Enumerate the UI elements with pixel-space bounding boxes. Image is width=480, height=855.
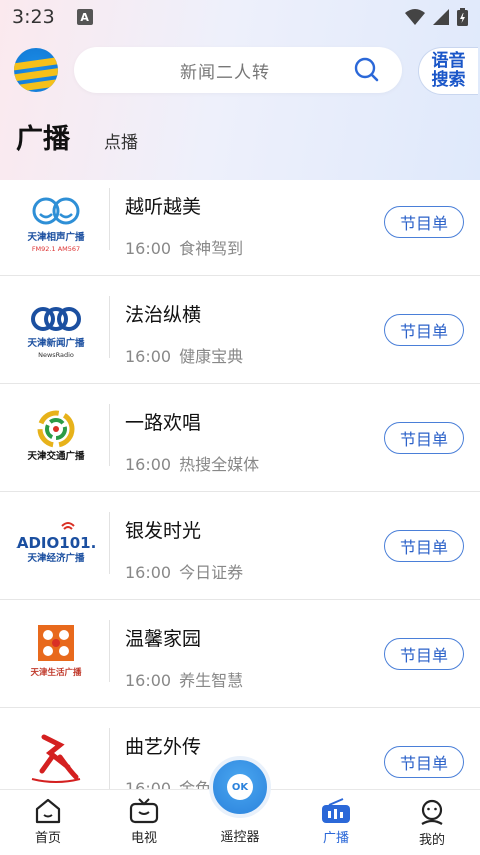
station-logo-text: 天津新闻广播 <box>27 337 85 349</box>
remote-ok-icon: OK <box>227 774 253 800</box>
search-icon[interactable] <box>354 57 380 83</box>
program-list-button[interactable]: 节目单 <box>384 422 464 454</box>
remote-control-button[interactable]: OK <box>209 756 271 818</box>
radio-icon <box>322 798 350 823</box>
program-list-button[interactable]: 节目单 <box>384 206 464 238</box>
station-logo-text: 天津交通广播 <box>27 450 85 462</box>
signal-icon <box>433 9 449 25</box>
home-icon <box>35 798 61 824</box>
program-name: 健康宝典 <box>179 347 244 366</box>
program-name: 养生智慧 <box>179 671 244 690</box>
tv-icon <box>129 798 159 824</box>
station-row[interactable]: RADIO101.4 天津经济广播 银发时光 16:00 今日证券 节目单 <box>0 492 480 600</box>
station-logo: 天津新闻广播 NewsRadio <box>16 291 96 369</box>
status-bar: 3:23 A <box>0 0 480 34</box>
station-now-playing: 16:00 养生智慧 <box>125 667 243 691</box>
station-logo-subtext: NewsRadio <box>38 351 74 359</box>
nav-tv-label: 电视 <box>130 831 157 846</box>
program-time: 16:00 <box>125 671 172 690</box>
station-now-playing: 16:00 今日证券 <box>125 559 243 583</box>
program-time: 16:00 <box>125 455 172 474</box>
app-header: 新闻二人转 语音 搜索 <box>0 44 480 96</box>
program-time: 16:00 <box>125 563 172 582</box>
station-logo-text: 天津相声广播 <box>27 231 85 243</box>
nav-tv[interactable]: 电视 <box>96 790 192 855</box>
voice-search-label-1: 语音 <box>431 51 466 71</box>
station-name: 温馨家园 <box>125 628 202 650</box>
station-logo: 天津相声广播 FM92.1 AM567 <box>16 183 96 261</box>
wifi-icon <box>405 9 425 25</box>
station-now-playing: 16:00 食神驾到 <box>125 235 243 259</box>
station-name: 曲艺外传 <box>125 736 202 758</box>
profile-icon <box>421 799 443 825</box>
station-now-playing: 16:00 健康宝典 <box>125 343 243 367</box>
program-list-button[interactable]: 节目单 <box>384 314 464 346</box>
voice-search-button[interactable]: 语音 搜索 <box>418 47 478 95</box>
program-list-button[interactable]: 节目单 <box>384 638 464 670</box>
nav-mine-label: 我的 <box>418 833 445 848</box>
voice-search-label-2: 搜索 <box>431 70 466 90</box>
category-tabs: 广播 点播 <box>16 117 138 156</box>
station-row[interactable]: 天津相声广播 FM92.1 AM567 越听越美 16:00 食神驾到 节目单 <box>0 168 480 276</box>
program-name: 食神驾到 <box>179 239 244 258</box>
nav-remote-label: 遥控器 <box>220 830 260 845</box>
program-name: 热搜全媒体 <box>179 455 260 474</box>
tab-on-demand[interactable]: 点播 <box>104 128 138 153</box>
station-name: 法治纵横 <box>125 304 202 326</box>
station-row[interactable]: 天津新闻广播 NewsRadio 法治纵横 16:00 健康宝典 节目单 <box>0 276 480 384</box>
station-logo-subtext: RADIO101.4 <box>16 534 96 552</box>
nav-home[interactable]: 首页 <box>0 790 96 855</box>
station-name: 银发时光 <box>125 520 202 542</box>
station-row[interactable]: 天津交通广播 一路欢唱 16:00 热搜全媒体 节目单 <box>0 384 480 492</box>
station-row[interactable]: 天津生活广播 温馨家园 16:00 养生智慧 节目单 <box>0 600 480 708</box>
program-list-button[interactable]: 节目单 <box>384 530 464 562</box>
app-logo[interactable] <box>14 48 58 92</box>
station-logo-subtext: FM92.1 AM567 <box>32 245 80 253</box>
program-time: 16:00 <box>125 347 172 366</box>
tab-radio[interactable]: 广播 <box>16 117 70 156</box>
station-logo: RADIO101.4 天津经济广播 <box>16 507 96 585</box>
notification-icon: A <box>76 9 93 25</box>
status-time: 3:23 <box>12 6 55 28</box>
search-bar[interactable]: 新闻二人转 <box>74 47 402 93</box>
program-time: 16:00 <box>125 239 172 258</box>
nav-home-label: 首页 <box>34 831 61 846</box>
nav-radio-label: 广播 <box>322 831 349 846</box>
program-list-button[interactable]: 节目单 <box>384 746 464 778</box>
station-logo-text: 天津生活广播 <box>30 667 82 678</box>
station-name: 越听越美 <box>125 196 202 218</box>
nav-mine[interactable]: 我的 <box>384 790 480 855</box>
station-logo-text: 天津经济广播 <box>27 552 85 564</box>
nav-radio[interactable]: 广播 <box>288 790 384 855</box>
search-hint: 新闻二人转 <box>180 62 270 83</box>
station-logo: 天津生活广播 <box>16 615 96 693</box>
battery-icon <box>457 8 468 26</box>
station-list: 天津相声广播 FM92.1 AM567 越听越美 16:00 食神驾到 节目单 天… <box>0 168 480 816</box>
station-name: 一路欢唱 <box>125 412 202 434</box>
station-logo: 天津交通广播 <box>16 399 96 477</box>
program-name: 今日证券 <box>179 563 244 582</box>
station-now-playing: 16:00 热搜全媒体 <box>125 451 259 475</box>
